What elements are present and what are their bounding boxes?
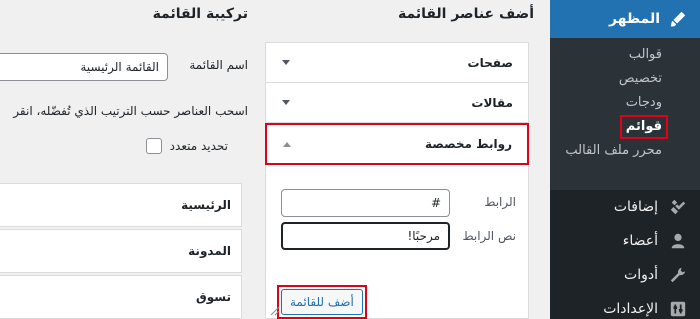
menu-name-input[interactable]: القائمة الرئيسية bbox=[0, 53, 168, 81]
paintbrush-icon bbox=[668, 9, 688, 29]
menu-tools-label: أدوات bbox=[624, 267, 658, 283]
bulk-select[interactable]: تحديد متعدد bbox=[145, 138, 228, 154]
submenu-themes-label: قوالب bbox=[628, 47, 662, 62]
settings-icon bbox=[668, 299, 688, 319]
menu-appearance-label: المظهر bbox=[608, 11, 660, 27]
submenu-customize-label: تخصيص bbox=[618, 71, 662, 86]
section-custom-links[interactable]: روابط مخصصة bbox=[265, 123, 529, 165]
url-label: الرابط bbox=[484, 195, 516, 209]
custom-links-panel: الرابط # نص الرابط مرحبًا! أضف للقائمة bbox=[266, 165, 528, 319]
add-to-menu-button[interactable]: أضف للقائمة bbox=[281, 289, 363, 315]
section-posts[interactable]: مقالات bbox=[266, 83, 528, 123]
link-text-label: نص الرابط bbox=[462, 229, 516, 243]
chevron-down-icon bbox=[282, 100, 290, 105]
wrench-icon bbox=[668, 265, 688, 285]
link-text-input[interactable]: مرحبًا! bbox=[281, 222, 450, 250]
users-icon bbox=[668, 231, 688, 251]
section-posts-title: مقالات bbox=[471, 95, 513, 110]
menu-appearance[interactable]: المظهر bbox=[550, 0, 700, 38]
submenu-themes[interactable]: قوالب bbox=[550, 43, 700, 67]
menu-item-shop[interactable]: تسوق bbox=[0, 275, 242, 319]
submenu-menus-label: قوائم bbox=[619, 115, 668, 139]
add-items-accordion: صفحات مقالات روابط مخصصة الرابط # نص الر… bbox=[265, 42, 529, 319]
submenu-menus[interactable]: قوائم bbox=[550, 115, 700, 139]
section-pages-title: صفحات bbox=[467, 55, 513, 70]
submenu-widgets-label: ودجات bbox=[625, 95, 662, 110]
add-items-heading: أضف عناصر القائمة bbox=[397, 6, 534, 22]
resize-handle-icon[interactable] bbox=[270, 306, 280, 316]
structure-heading: تركيبة القائمة bbox=[152, 6, 248, 22]
appearance-submenu: قوالب تخصيص ودجات قوائم محرر ملف القالب bbox=[550, 38, 700, 190]
url-input[interactable]: # bbox=[281, 189, 450, 217]
admin-sidebar: المظهر قوالب تخصيص ودجات قوائم محرر ملف … bbox=[550, 0, 700, 319]
menu-plugins[interactable]: إضافات bbox=[550, 190, 700, 224]
submenu-theme-editor[interactable]: محرر ملف القالب bbox=[550, 139, 700, 163]
drag-instructions: اسحب العناصر حسب الترتيب الذي تُفضّله، ا… bbox=[13, 104, 248, 118]
add-to-menu-highlight: أضف للقائمة bbox=[277, 285, 367, 319]
menu-settings-label: الإعدادات bbox=[603, 301, 658, 317]
menu-users[interactable]: أعضاء bbox=[550, 224, 700, 258]
menu-item-blog[interactable]: المدونة bbox=[0, 229, 242, 273]
chevron-down-icon bbox=[282, 60, 290, 65]
menu-item-home[interactable]: الرئيسية bbox=[0, 183, 242, 227]
bulk-select-checkbox[interactable] bbox=[145, 138, 162, 154]
menu-tools[interactable]: أدوات bbox=[550, 258, 700, 292]
section-custom-links-title: روابط مخصصة bbox=[424, 137, 512, 151]
submenu-theme-editor-label: محرر ملف القالب bbox=[565, 143, 662, 158]
menu-settings[interactable]: الإعدادات bbox=[550, 292, 700, 319]
menu-plugins-label: إضافات bbox=[613, 199, 658, 215]
plugin-icon bbox=[668, 197, 688, 217]
menu-structure-panel: تركيبة القائمة اسم القائمة القائمة الرئي… bbox=[0, 0, 254, 319]
bulk-select-label: تحديد متعدد bbox=[169, 139, 228, 153]
section-pages[interactable]: صفحات bbox=[266, 43, 528, 83]
menu-users-label: أعضاء bbox=[622, 233, 658, 249]
submenu-customize[interactable]: تخصيص bbox=[550, 67, 700, 91]
chevron-up-icon bbox=[283, 141, 291, 147]
menu-name-label: اسم القائمة bbox=[189, 58, 248, 72]
submenu-widgets[interactable]: ودجات bbox=[550, 91, 700, 115]
